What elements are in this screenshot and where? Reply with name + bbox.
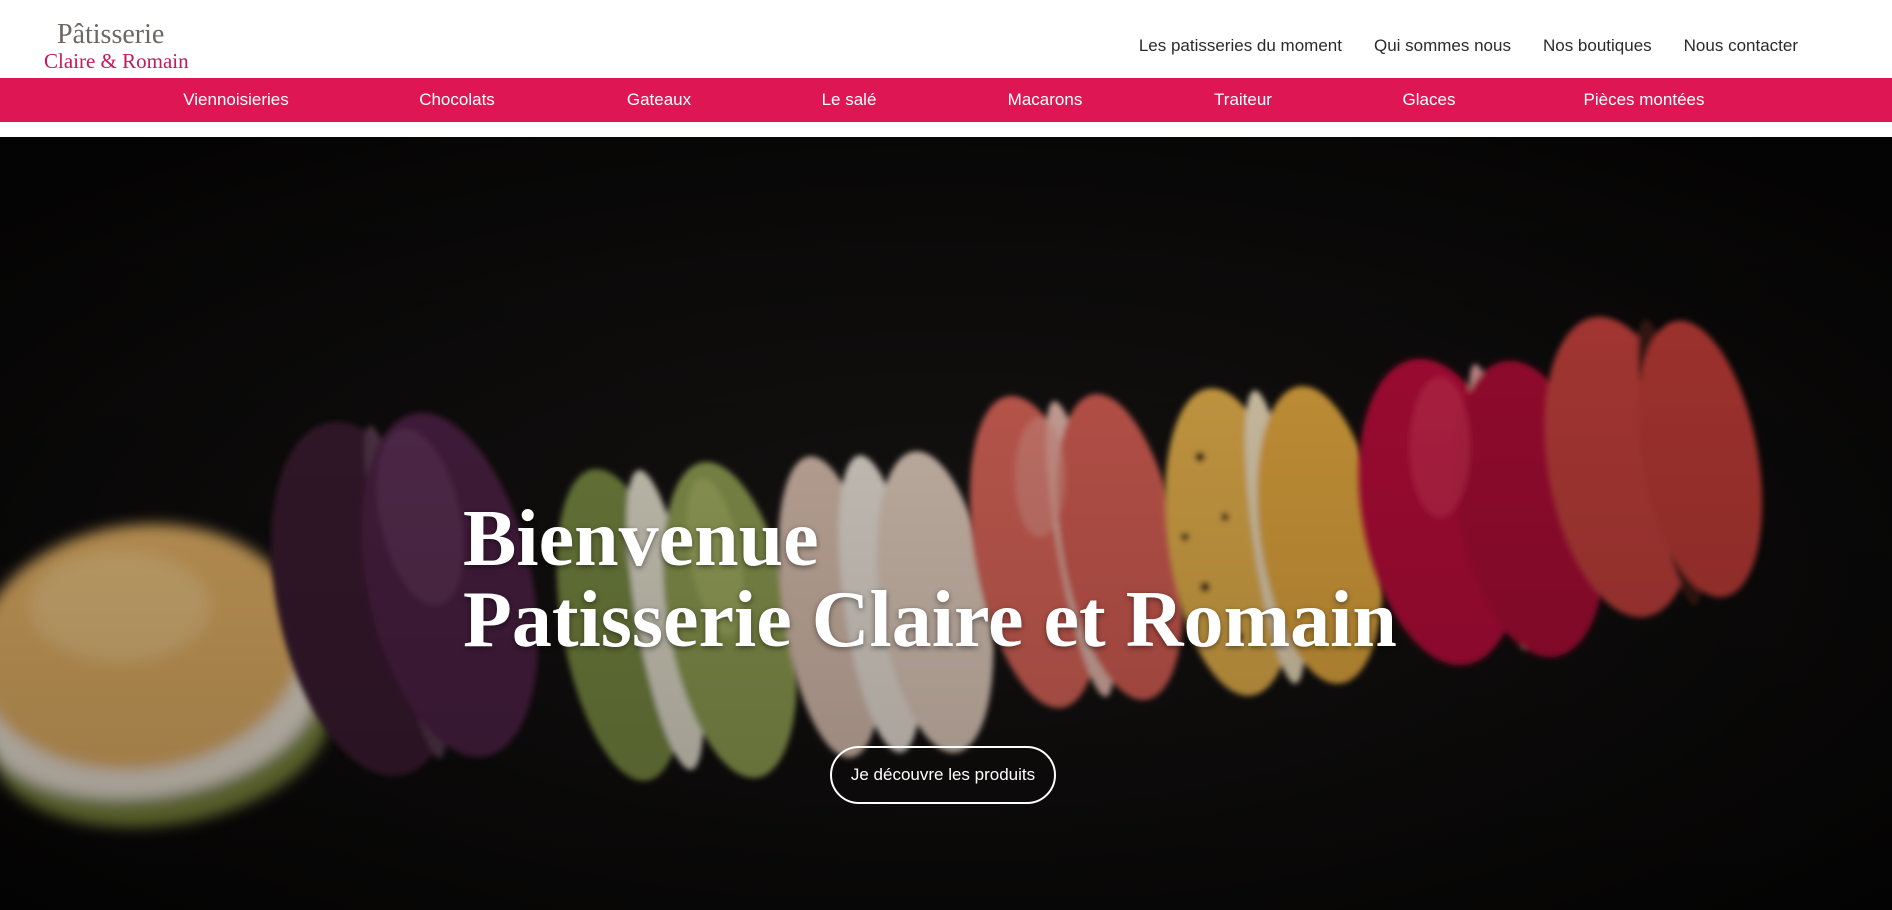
category-traiteur[interactable]: Traiteur: [1214, 78, 1272, 122]
category-macarons[interactable]: Macarons: [1008, 78, 1083, 122]
category-chocolats[interactable]: Chocolats: [419, 78, 495, 122]
category-menu-bar: Viennoisieries Chocolats Gateaux Le salé…: [0, 78, 1892, 122]
nav-link-nous-contacter[interactable]: Nous contacter: [1684, 36, 1798, 56]
category-pieces-montees[interactable]: Pièces montées: [1584, 78, 1705, 122]
nav-link-qui-sommes-nous[interactable]: Qui sommes nous: [1374, 36, 1511, 56]
hero-title-line2: Patisserie Claire et Romain: [463, 576, 1397, 664]
category-viennoisieries[interactable]: Viennoisieries: [183, 78, 289, 122]
category-glaces[interactable]: Glaces: [1403, 78, 1456, 122]
category-le-sale[interactable]: Le salé: [822, 78, 877, 122]
top-nav: Les patisseries du moment Qui sommes nou…: [1139, 36, 1798, 56]
logo-line-patisserie: Pâtisserie: [57, 19, 165, 50]
hero-title-line1: Bienvenue: [463, 495, 819, 583]
top-header: Pâtisserie Claire & Romain Les patisseri…: [0, 0, 1892, 78]
nav-link-nos-boutiques[interactable]: Nos boutiques: [1543, 36, 1652, 56]
nav-link-patisseries-du-moment[interactable]: Les patisseries du moment: [1139, 36, 1342, 56]
hero-title: Bienvenue Patisserie Claire et Romain: [463, 499, 1397, 661]
discover-products-button[interactable]: Je découvre les produits: [830, 746, 1056, 804]
category-gateaux[interactable]: Gateaux: [627, 78, 691, 122]
logo-line-names: Claire & Romain: [44, 49, 189, 73]
brand-logo[interactable]: Pâtisserie Claire & Romain: [44, 18, 194, 73]
